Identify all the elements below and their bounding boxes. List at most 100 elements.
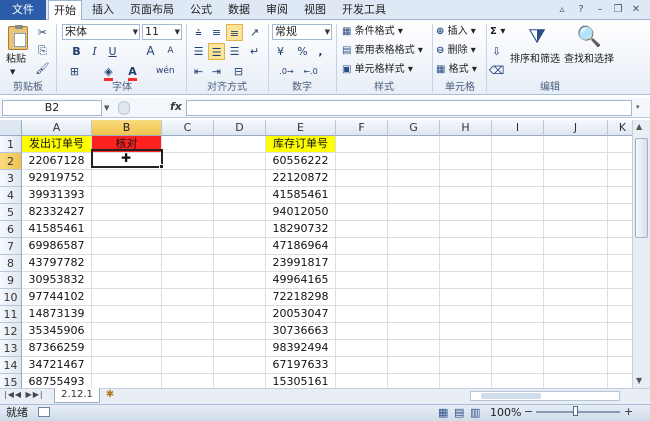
cell-e[interactable]: 94012050 bbox=[266, 204, 335, 220]
cell-a[interactable]: 69986587 bbox=[22, 238, 91, 254]
column-header-f[interactable]: F bbox=[336, 120, 388, 136]
cell-a[interactable]: 39931393 bbox=[22, 187, 91, 203]
tab-insert[interactable]: 插入 bbox=[86, 0, 120, 20]
cell-a[interactable]: 41585461 bbox=[22, 221, 91, 237]
borders-icon[interactable]: ⊞ bbox=[66, 63, 83, 80]
cell-a[interactable]: 87366259 bbox=[22, 340, 91, 356]
macro-record-icon[interactable] bbox=[38, 407, 50, 417]
new-sheet-icon[interactable]: ✱ bbox=[102, 389, 118, 402]
cell-e[interactable]: 30736663 bbox=[266, 323, 335, 339]
format-painter-icon[interactable]: 🖌 bbox=[34, 60, 51, 77]
column-header-c[interactable]: C bbox=[162, 120, 214, 136]
row-header[interactable]: 9 bbox=[0, 272, 22, 289]
vertical-scrollbar[interactable]: ▲ ▼ bbox=[632, 120, 650, 388]
align-top-icon[interactable]: ⩮ bbox=[190, 24, 207, 41]
cell-a[interactable]: 97744102 bbox=[22, 289, 91, 305]
merge-center-icon[interactable]: ⊟ bbox=[230, 63, 247, 80]
select-all-corner[interactable] bbox=[0, 120, 22, 136]
decrease-indent-icon[interactable]: ⇤ bbox=[190, 63, 207, 80]
fill-icon[interactable]: ⇩ bbox=[488, 43, 505, 60]
currency-icon[interactable]: ¥ bbox=[272, 43, 289, 60]
cell-e[interactable]: 41585461 bbox=[266, 187, 335, 203]
row-header[interactable]: 11 bbox=[0, 306, 22, 323]
cell-e[interactable]: 47186964 bbox=[266, 238, 335, 254]
cell-e[interactable]: 22120872 bbox=[266, 170, 335, 186]
cell-e[interactable]: 60556222 bbox=[266, 153, 335, 169]
tab-page-layout[interactable]: 页面布局 bbox=[124, 0, 180, 20]
zoom-level[interactable]: 100% bbox=[490, 405, 521, 420]
clear-icon[interactable]: ⌫ bbox=[488, 62, 505, 79]
font-name-select[interactable]: 宋体 ▼ bbox=[62, 24, 140, 40]
sheet-tab[interactable]: 2.12.1 bbox=[54, 388, 100, 403]
row-header[interactable]: 2 bbox=[0, 153, 22, 170]
scroll-thumb[interactable] bbox=[635, 138, 648, 238]
cell-a1[interactable]: 发出订单号 bbox=[22, 136, 91, 152]
close-icon[interactable]: ✕ bbox=[630, 4, 642, 16]
column-header-i[interactable]: I bbox=[492, 120, 544, 136]
row-header[interactable]: 1 bbox=[0, 136, 22, 153]
orientation-icon[interactable]: ↗ bbox=[246, 24, 263, 41]
tab-home[interactable]: 开始 bbox=[48, 0, 82, 21]
cell-a[interactable]: 22067128 bbox=[22, 153, 91, 169]
font-color-icon[interactable]: A bbox=[124, 63, 141, 81]
align-bottom-icon[interactable]: ≡ bbox=[226, 24, 243, 41]
cell-e[interactable]: 15305161 bbox=[266, 374, 335, 388]
page-layout-view-icon[interactable]: ▤ bbox=[454, 406, 464, 419]
cell-e[interactable]: 23991817 bbox=[266, 255, 335, 271]
column-header-d[interactable]: D bbox=[214, 120, 266, 136]
sheet-nav-icon[interactable]: |◀◀ ▶▶| bbox=[4, 390, 44, 399]
column-header-j[interactable]: J bbox=[544, 120, 608, 136]
row-header[interactable]: 14 bbox=[0, 357, 22, 374]
column-header-h[interactable]: H bbox=[440, 120, 492, 136]
row-header[interactable]: 13 bbox=[0, 340, 22, 357]
cut-icon[interactable]: ✂ bbox=[34, 24, 51, 41]
cell-e[interactable]: 98392494 bbox=[266, 340, 335, 356]
copy-icon[interactable]: ⎘ bbox=[34, 42, 51, 59]
increase-indent-icon[interactable]: ⇥ bbox=[208, 63, 225, 80]
align-right-icon[interactable]: ☰ bbox=[226, 43, 243, 60]
row-header[interactable]: 5 bbox=[0, 204, 22, 221]
cell-e[interactable]: 20053047 bbox=[266, 306, 335, 322]
zoom-slider[interactable] bbox=[536, 411, 620, 413]
row-header[interactable]: 7 bbox=[0, 238, 22, 255]
name-box[interactable]: B2 bbox=[2, 100, 102, 116]
underline-button[interactable]: U bbox=[104, 43, 121, 60]
cell-a[interactable]: 68755493 bbox=[22, 374, 91, 388]
row-header[interactable]: 12 bbox=[0, 323, 22, 340]
number-format-select[interactable]: 常规 ▼ bbox=[272, 24, 332, 40]
cell-styles-button[interactable]: ▣ 单元格样式 ▾ bbox=[342, 64, 413, 76]
cell-a[interactable]: 82332427 bbox=[22, 204, 91, 220]
font-size-select[interactable]: 11 ▼ bbox=[142, 24, 182, 40]
page-break-view-icon[interactable]: ▥ bbox=[470, 406, 480, 419]
row-header[interactable]: 10 bbox=[0, 289, 22, 306]
wrap-text-icon[interactable]: ↵ bbox=[246, 43, 263, 60]
grow-font-button[interactable]: A bbox=[142, 43, 159, 60]
zoom-out-icon[interactable]: − bbox=[524, 405, 533, 418]
help-icon[interactable]: ? bbox=[575, 4, 587, 16]
cell-a[interactable]: 34721467 bbox=[22, 357, 91, 373]
delete-cells-button[interactable]: ⊖ 删除 ▾ bbox=[436, 45, 476, 57]
sort-filter-icon[interactable]: ⧩ bbox=[524, 24, 550, 52]
column-header-a[interactable]: A bbox=[22, 120, 92, 136]
shrink-font-button[interactable]: A bbox=[162, 43, 179, 60]
align-left-icon[interactable]: ☰ bbox=[190, 43, 207, 60]
tab-data[interactable]: 数据 bbox=[222, 0, 256, 20]
name-box-dropdown-icon[interactable]: ▼ bbox=[104, 104, 109, 112]
tab-view[interactable]: 视图 bbox=[298, 0, 332, 20]
tab-review[interactable]: 审阅 bbox=[260, 0, 294, 20]
cell-a[interactable]: 92919752 bbox=[22, 170, 91, 186]
sort-filter-button[interactable]: 排序和筛选 bbox=[510, 54, 560, 66]
percent-button[interactable]: % bbox=[294, 43, 311, 60]
increase-decimal-icon[interactable]: .0→ bbox=[278, 63, 295, 80]
format-as-table-button[interactable]: ▤ 套用表格格式 ▾ bbox=[342, 45, 423, 57]
zoom-slider-thumb[interactable] bbox=[573, 406, 578, 416]
tab-developer[interactable]: 开发工具 bbox=[336, 0, 392, 20]
column-header-g[interactable]: G bbox=[388, 120, 440, 136]
scroll-up-icon[interactable]: ▲ bbox=[636, 122, 642, 131]
formula-input[interactable] bbox=[186, 100, 632, 116]
zoom-in-icon[interactable]: + bbox=[624, 405, 633, 418]
cell-e[interactable]: 49964165 bbox=[266, 272, 335, 288]
row-header[interactable]: 4 bbox=[0, 187, 22, 204]
minimize-icon[interactable]: – bbox=[594, 4, 606, 16]
cell-a[interactable]: 14873139 bbox=[22, 306, 91, 322]
